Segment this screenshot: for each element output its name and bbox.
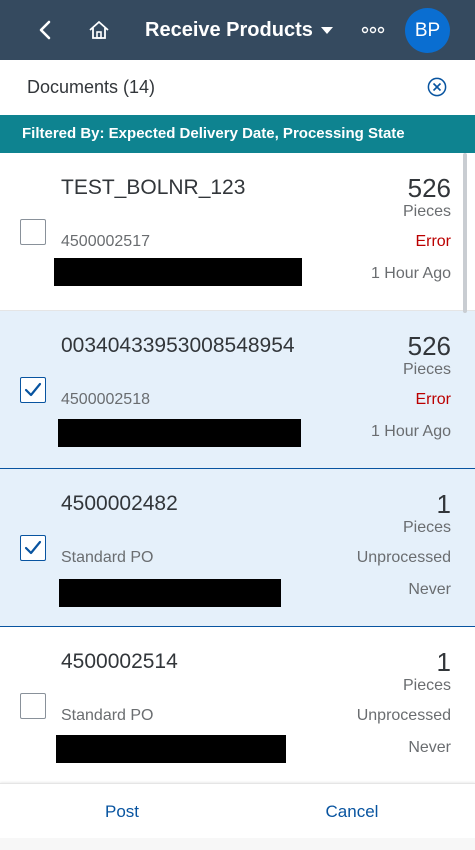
app-title: Receive Products	[145, 18, 313, 41]
processing-state: Error	[415, 391, 451, 408]
purchase-order: Standard PO	[61, 549, 154, 566]
redacted-block	[58, 419, 301, 447]
checkmark-icon	[24, 382, 42, 397]
quantity-unit: Pieces	[402, 519, 451, 536]
quantity-unit: Pieces	[402, 677, 451, 694]
overflow-button[interactable]	[356, 0, 390, 60]
clear-filter-icon	[427, 77, 447, 97]
list-item[interactable]: TEST_BOLNR_123 526 Pieces 4500002517 Err…	[0, 153, 475, 311]
item-checkbox[interactable]	[20, 535, 46, 561]
documents-list: TEST_BOLNR_123 526 Pieces 4500002517 Err…	[0, 153, 475, 783]
quantity: 526	[407, 331, 451, 361]
filter-info-bar[interactable]: Filtered By: Expected Delivery Date, Pro…	[0, 115, 475, 153]
home-icon	[89, 21, 109, 39]
cancel-button[interactable]: Cancel	[300, 784, 404, 839]
document-number: TEST_BOLNR_123	[61, 176, 246, 199]
back-icon	[39, 20, 51, 40]
quantity-unit: Pieces	[402, 361, 451, 378]
purchase-order: 4500002517	[61, 233, 150, 250]
processing-state: Unprocessed	[356, 707, 451, 724]
item-checkbox[interactable]	[20, 219, 46, 245]
document-number: 00340433953008548954	[61, 334, 295, 357]
redacted-block	[59, 579, 281, 607]
post-button[interactable]: Post	[72, 784, 172, 839]
quantity: 526	[407, 173, 451, 203]
list-item[interactable]: 4500002482 1 Pieces Standard PO Unproces…	[0, 469, 475, 627]
item-checkbox[interactable]	[20, 693, 46, 719]
list-item[interactable]: 00340433953008548954 526 Pieces 45000025…	[0, 311, 475, 469]
overflow-icon	[361, 26, 385, 34]
shell-bar: Receive Products BP	[0, 0, 475, 60]
time-info: 1 Hour Ago	[370, 265, 451, 282]
checkmark-icon	[24, 540, 42, 555]
footer-toolbar: Post Cancel	[0, 783, 475, 839]
time-info: 1 Hour Ago	[370, 423, 451, 440]
list-item[interactable]: 4500002514 1 Pieces Standard PO Unproces…	[0, 627, 475, 783]
quantity: 1	[436, 489, 451, 519]
caret-down-icon	[320, 26, 333, 34]
bottom-strip	[0, 838, 475, 850]
item-checkbox[interactable]	[20, 377, 46, 403]
time-info: Never	[408, 739, 451, 756]
document-number: 4500002514	[61, 650, 178, 673]
list-scrollbar[interactable]	[463, 153, 467, 313]
redacted-block	[54, 258, 302, 286]
documents-header: Documents (14)	[0, 60, 475, 115]
back-button[interactable]	[28, 0, 62, 60]
processing-state: Unprocessed	[356, 549, 451, 566]
document-number: 4500002482	[61, 492, 178, 515]
processing-state: Error	[415, 233, 451, 250]
purchase-order: 4500002518	[61, 391, 150, 408]
quantity: 1	[436, 647, 451, 677]
app-title-menu[interactable]: Receive Products	[145, 0, 333, 60]
redacted-block	[56, 735, 286, 763]
purchase-order: Standard PO	[61, 707, 154, 724]
documents-title: Documents (14)	[27, 77, 156, 97]
time-info: Never	[408, 581, 451, 598]
home-button[interactable]	[82, 0, 116, 60]
quantity-unit: Pieces	[402, 203, 451, 220]
clear-filter-button[interactable]	[427, 77, 447, 97]
avatar[interactable]: BP	[405, 8, 450, 53]
